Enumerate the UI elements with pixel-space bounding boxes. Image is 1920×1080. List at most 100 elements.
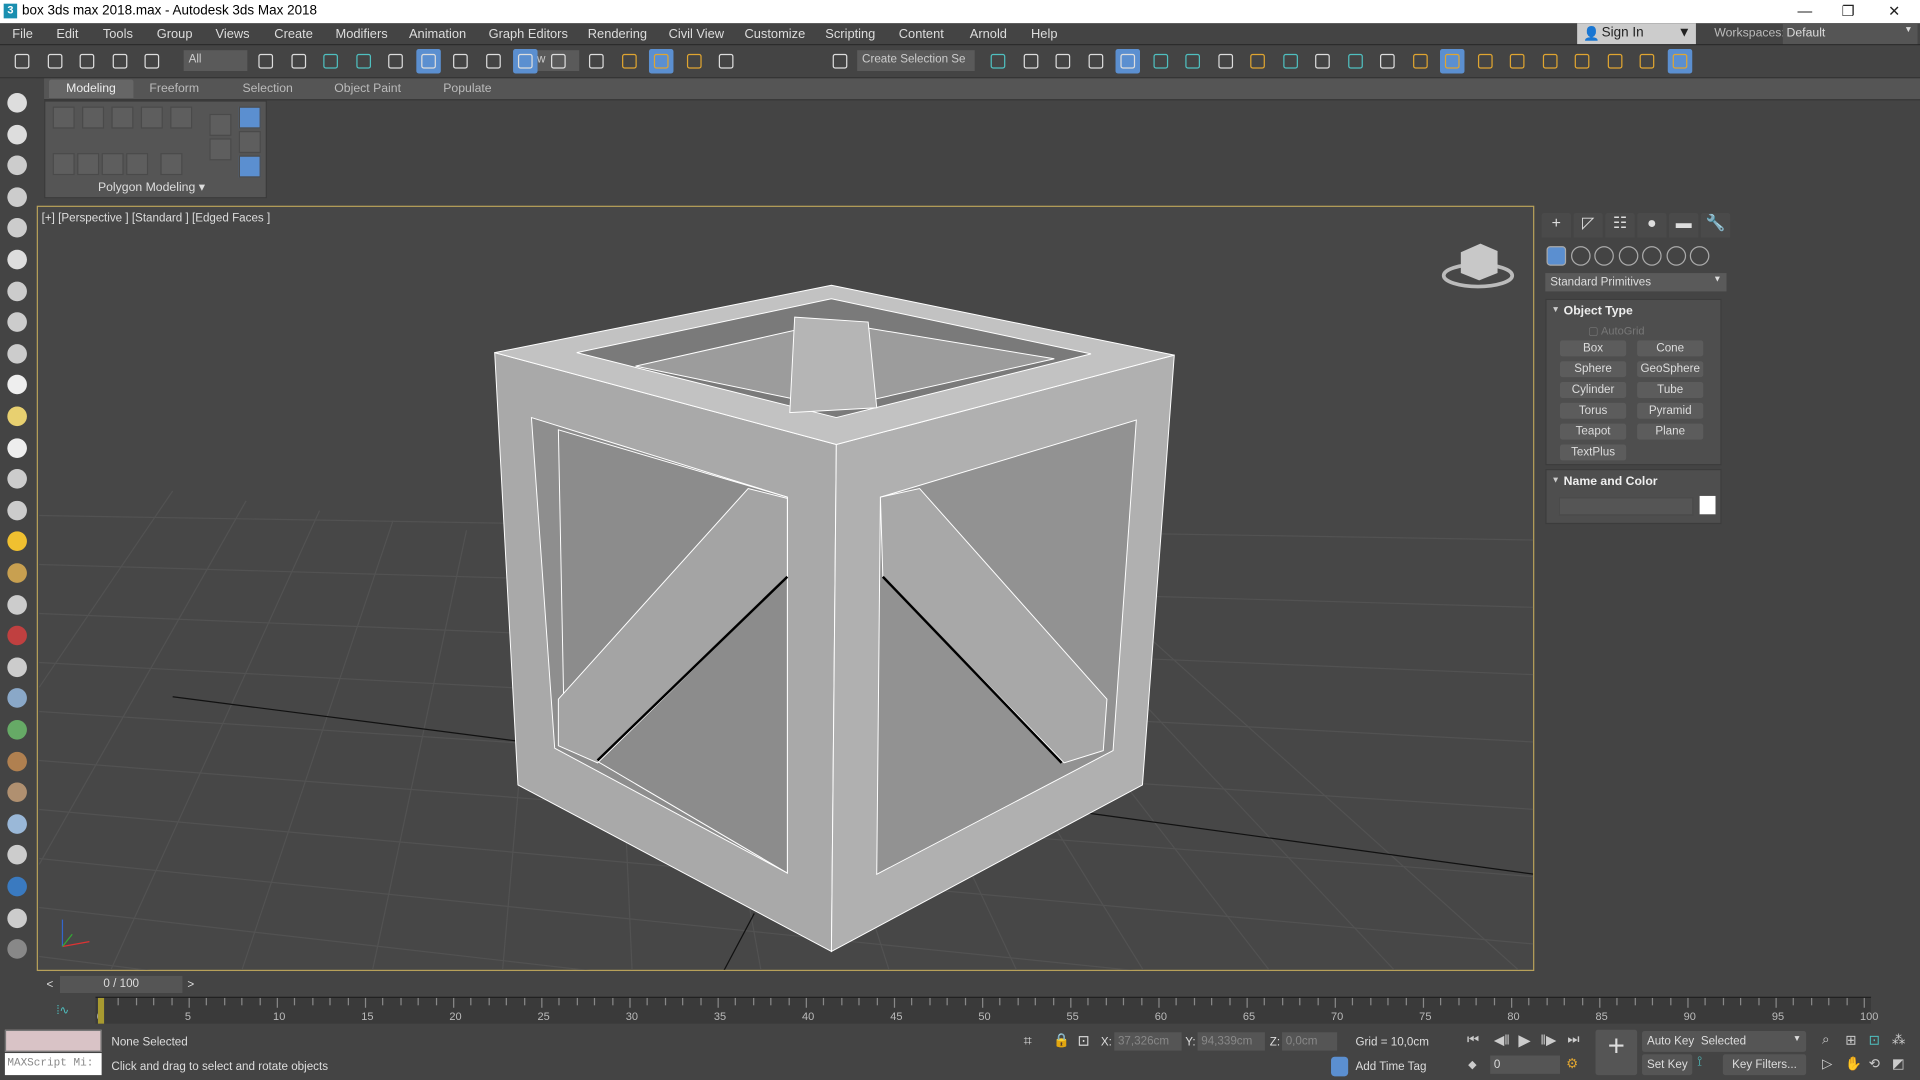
edit-named-selection-button[interactable] [828, 49, 852, 73]
ribbon-tool-button[interactable] [111, 106, 134, 129]
select-object-button[interactable] [253, 49, 277, 73]
menu-customize[interactable]: Customize [744, 27, 805, 42]
polygon-modeling-dropdown[interactable]: Polygon Modeling ▾ [98, 181, 205, 194]
snaps-toggle-button[interactable] [617, 49, 641, 73]
menu-help[interactable]: Help [1031, 27, 1057, 42]
current-frame-spinner[interactable]: 0 [1490, 1055, 1561, 1074]
z-coordinate-field[interactable]: 0,0cm [1282, 1032, 1338, 1051]
keyboard-shortcut-button[interactable] [584, 49, 608, 73]
maxscript-listener-output[interactable] [4, 1029, 102, 1052]
space-warps-icon[interactable] [1665, 246, 1686, 266]
workspaces-dropdown[interactable]: Default ▼ [1782, 23, 1918, 45]
rendered-frame-window-button[interactable] [1278, 49, 1302, 73]
object-name-input[interactable] [1558, 497, 1694, 516]
snap-bbox-button[interactable] [1472, 49, 1496, 73]
y-coordinate-field[interactable]: 94,339cm [1197, 1032, 1265, 1051]
select-place-button[interactable] [481, 49, 505, 73]
select-by-name-button[interactable] [286, 49, 310, 73]
bone-icon[interactable] [7, 625, 27, 646]
time-slider[interactable]: 0 / 100 [60, 975, 183, 994]
render-production-button[interactable] [1310, 49, 1334, 73]
key-mode-toggle-icon[interactable]: ◆ [1468, 1058, 1476, 1071]
lights-icon[interactable] [1594, 246, 1614, 266]
sphere-icon[interactable] [7, 437, 27, 458]
align-button[interactable] [1018, 49, 1042, 73]
percent-snap-button[interactable] [681, 49, 705, 73]
ribbon-tool-button[interactable] [140, 106, 163, 129]
unlink-button[interactable] [107, 49, 131, 73]
create-cylinder-button[interactable]: Cylinder [1560, 382, 1627, 398]
hair-icon[interactable] [7, 469, 27, 489]
create-geosphere-button[interactable]: GeoSphere [1637, 361, 1704, 378]
snap-grid-button[interactable] [1408, 49, 1432, 73]
window-crossing-button[interactable] [351, 49, 375, 73]
isolate-selection-icon[interactable]: ⌗ [1024, 1032, 1032, 1050]
menu-rendering[interactable]: Rendering [588, 27, 647, 42]
crate-mesh[interactable] [494, 284, 1175, 953]
menu-civil-view[interactable]: Civil View [669, 27, 725, 42]
maxscript-mini-listener[interactable]: MAXScript Mi: [4, 1053, 102, 1076]
ribbon-tool-button[interactable] [160, 153, 183, 176]
zoom-all-icon[interactable]: ⊞ [1845, 1032, 1856, 1048]
timeline-track[interactable]: 0510152025303540455055606570758085909510… [95, 996, 1878, 1024]
select-scale-button[interactable] [448, 49, 472, 73]
snap-perp-button[interactable] [1602, 49, 1626, 73]
ribbon-tool-button[interactable] [170, 106, 193, 129]
select-move-button[interactable] [383, 49, 407, 73]
redo-button[interactable] [42, 49, 66, 73]
menu-file[interactable]: File [12, 27, 33, 42]
menu-group[interactable]: Group [157, 27, 193, 42]
schematic-view-button[interactable] [1180, 49, 1204, 73]
ribbon-tool-button[interactable] [82, 106, 105, 129]
selection-lock-icon[interactable]: 🔒 [1053, 1032, 1070, 1048]
sun-icon[interactable] [7, 531, 27, 552]
snap-face-button[interactable] [1537, 49, 1561, 73]
go-to-end-icon[interactable]: ⏭ [1567, 1032, 1579, 1048]
select-manipulate-button[interactable] [546, 49, 570, 73]
create-torus-button[interactable]: Torus [1560, 402, 1627, 419]
ribbon-tab-selection[interactable]: Selection [242, 82, 292, 95]
time-configuration-icon[interactable]: ⚙ [1566, 1056, 1578, 1072]
tab-utilities[interactable]: 🔧 [1700, 213, 1731, 238]
mirror-button[interactable] [986, 49, 1010, 73]
current-frame-marker[interactable] [97, 997, 105, 1024]
ribbon-toggle-button[interactable] [1115, 48, 1141, 74]
help-icon[interactable] [7, 939, 27, 960]
bind-space-warp-button[interactable] [140, 49, 164, 73]
dome-icon[interactable] [7, 406, 27, 427]
menu-content[interactable]: Content [899, 27, 944, 42]
autogrid-checkbox[interactable]: ▢ AutoGrid [1588, 324, 1644, 337]
teapot-icon[interactable] [7, 93, 27, 113]
ribbon-tool-button[interactable] [101, 153, 124, 176]
media-icon[interactable] [7, 155, 27, 176]
menu-create[interactable]: Create [274, 27, 313, 42]
menu-tools[interactable]: Tools [103, 27, 133, 42]
create-box-button[interactable]: Box [1560, 340, 1627, 357]
go-to-start-icon[interactable]: ⏮ [1467, 1032, 1479, 1048]
collapse-triangle-icon[interactable]: ▼ [1551, 476, 1559, 485]
rollout-title[interactable]: Name and Color [1564, 475, 1658, 488]
create-plane-button[interactable]: Plane [1637, 423, 1704, 440]
render-setup-button[interactable] [1245, 49, 1269, 73]
ribbon-tab-populate[interactable]: Populate [443, 82, 491, 95]
ribbon-tool-button[interactable] [238, 131, 261, 154]
create-cone-button[interactable]: Cone [1637, 340, 1704, 357]
pan-view-icon[interactable]: ✋ [1845, 1056, 1862, 1072]
tab-modify[interactable]: ◸ [1573, 213, 1603, 238]
rect-selection-region-button[interactable] [318, 49, 342, 73]
orbit-icon[interactable]: ⟲ [1869, 1056, 1880, 1072]
key-mode-dropdown[interactable]: Selected ▼ [1695, 1031, 1807, 1052]
physique-icon[interactable] [7, 657, 27, 677]
ribbon-tool-button[interactable] [52, 153, 75, 176]
tab-motion[interactable]: ● [1637, 213, 1667, 238]
x-coordinate-field[interactable]: 37,326cm [1114, 1032, 1182, 1051]
sphere-blue-icon[interactable] [7, 688, 27, 709]
ribbon-tool-button[interactable] [238, 155, 261, 178]
absolute-transform-icon[interactable]: ⊡ [1078, 1032, 1090, 1049]
ribbon-tab-freeform[interactable]: Freeform [149, 82, 199, 95]
field-of-view-icon[interactable]: ▷ [1822, 1056, 1832, 1072]
camera-icon[interactable] [7, 343, 27, 364]
create-pyramid-button[interactable]: Pyramid [1637, 402, 1704, 419]
cameras-icon[interactable] [1618, 246, 1638, 266]
default-in-out-tangent-icon[interactable]: ⟟ [1697, 1054, 1702, 1070]
